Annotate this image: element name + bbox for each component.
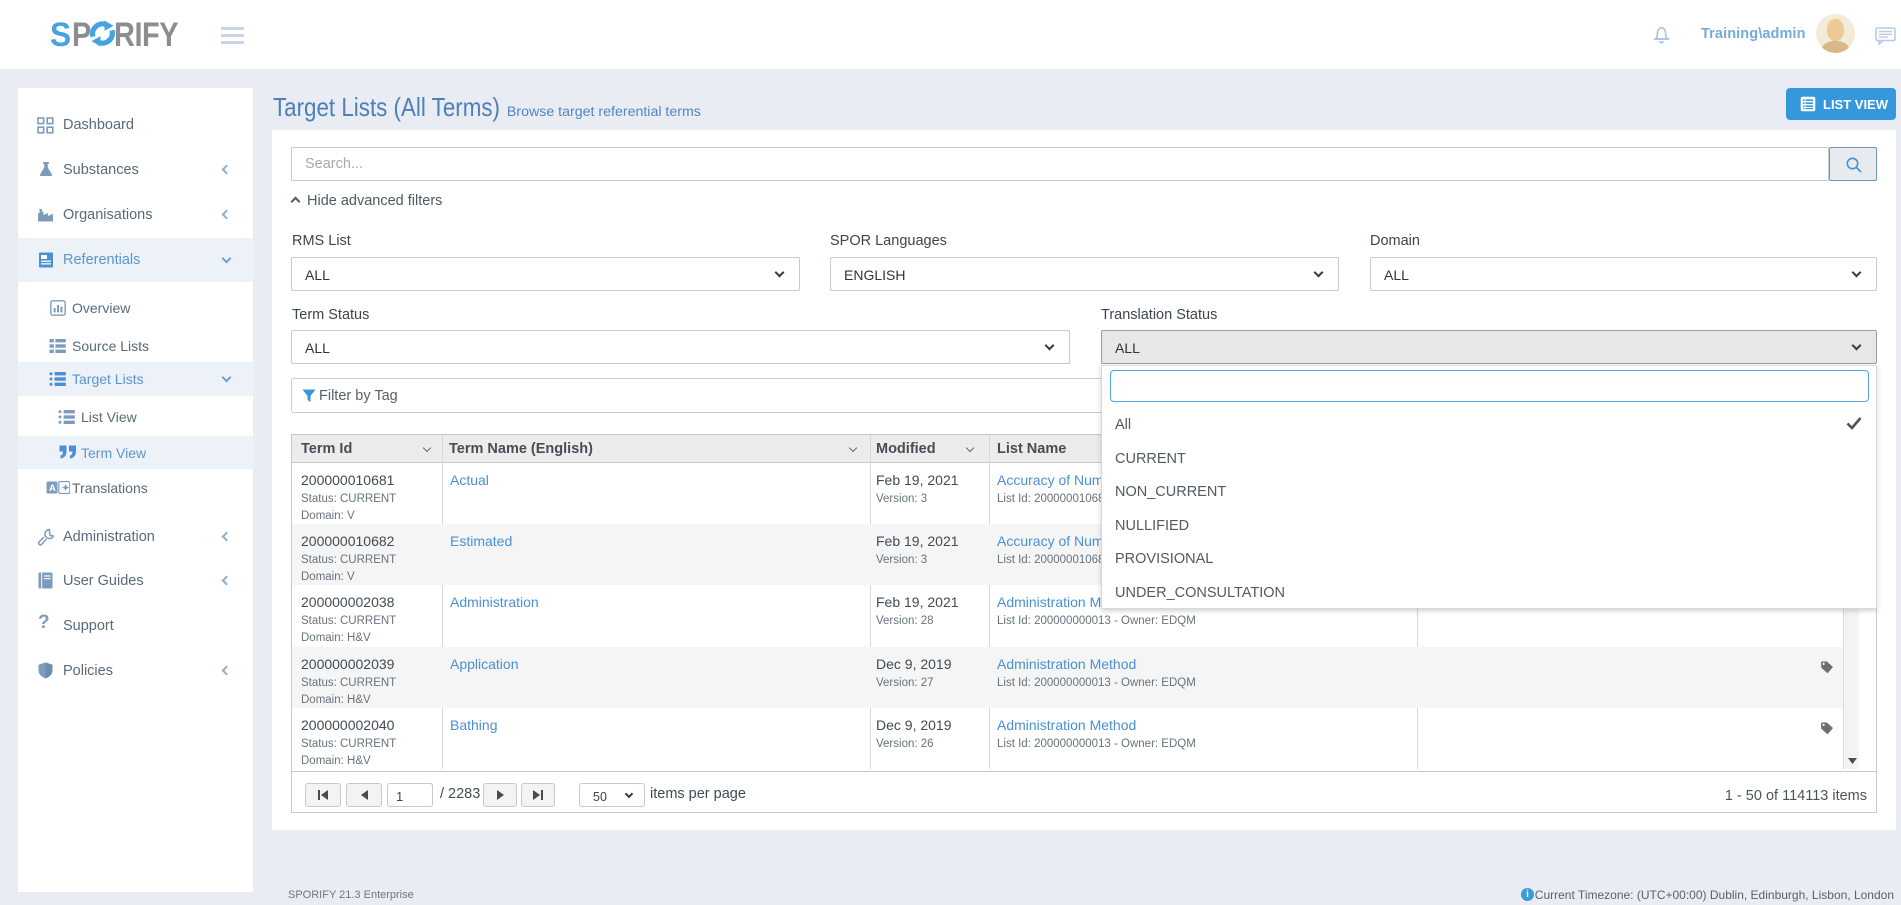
svg-text:✦: ✦ [62,483,70,494]
svg-text:S: S [50,15,71,53]
svg-text:RIFY: RIFY [114,15,179,54]
svg-text:A: A [49,483,56,494]
svg-text:P: P [72,15,91,54]
